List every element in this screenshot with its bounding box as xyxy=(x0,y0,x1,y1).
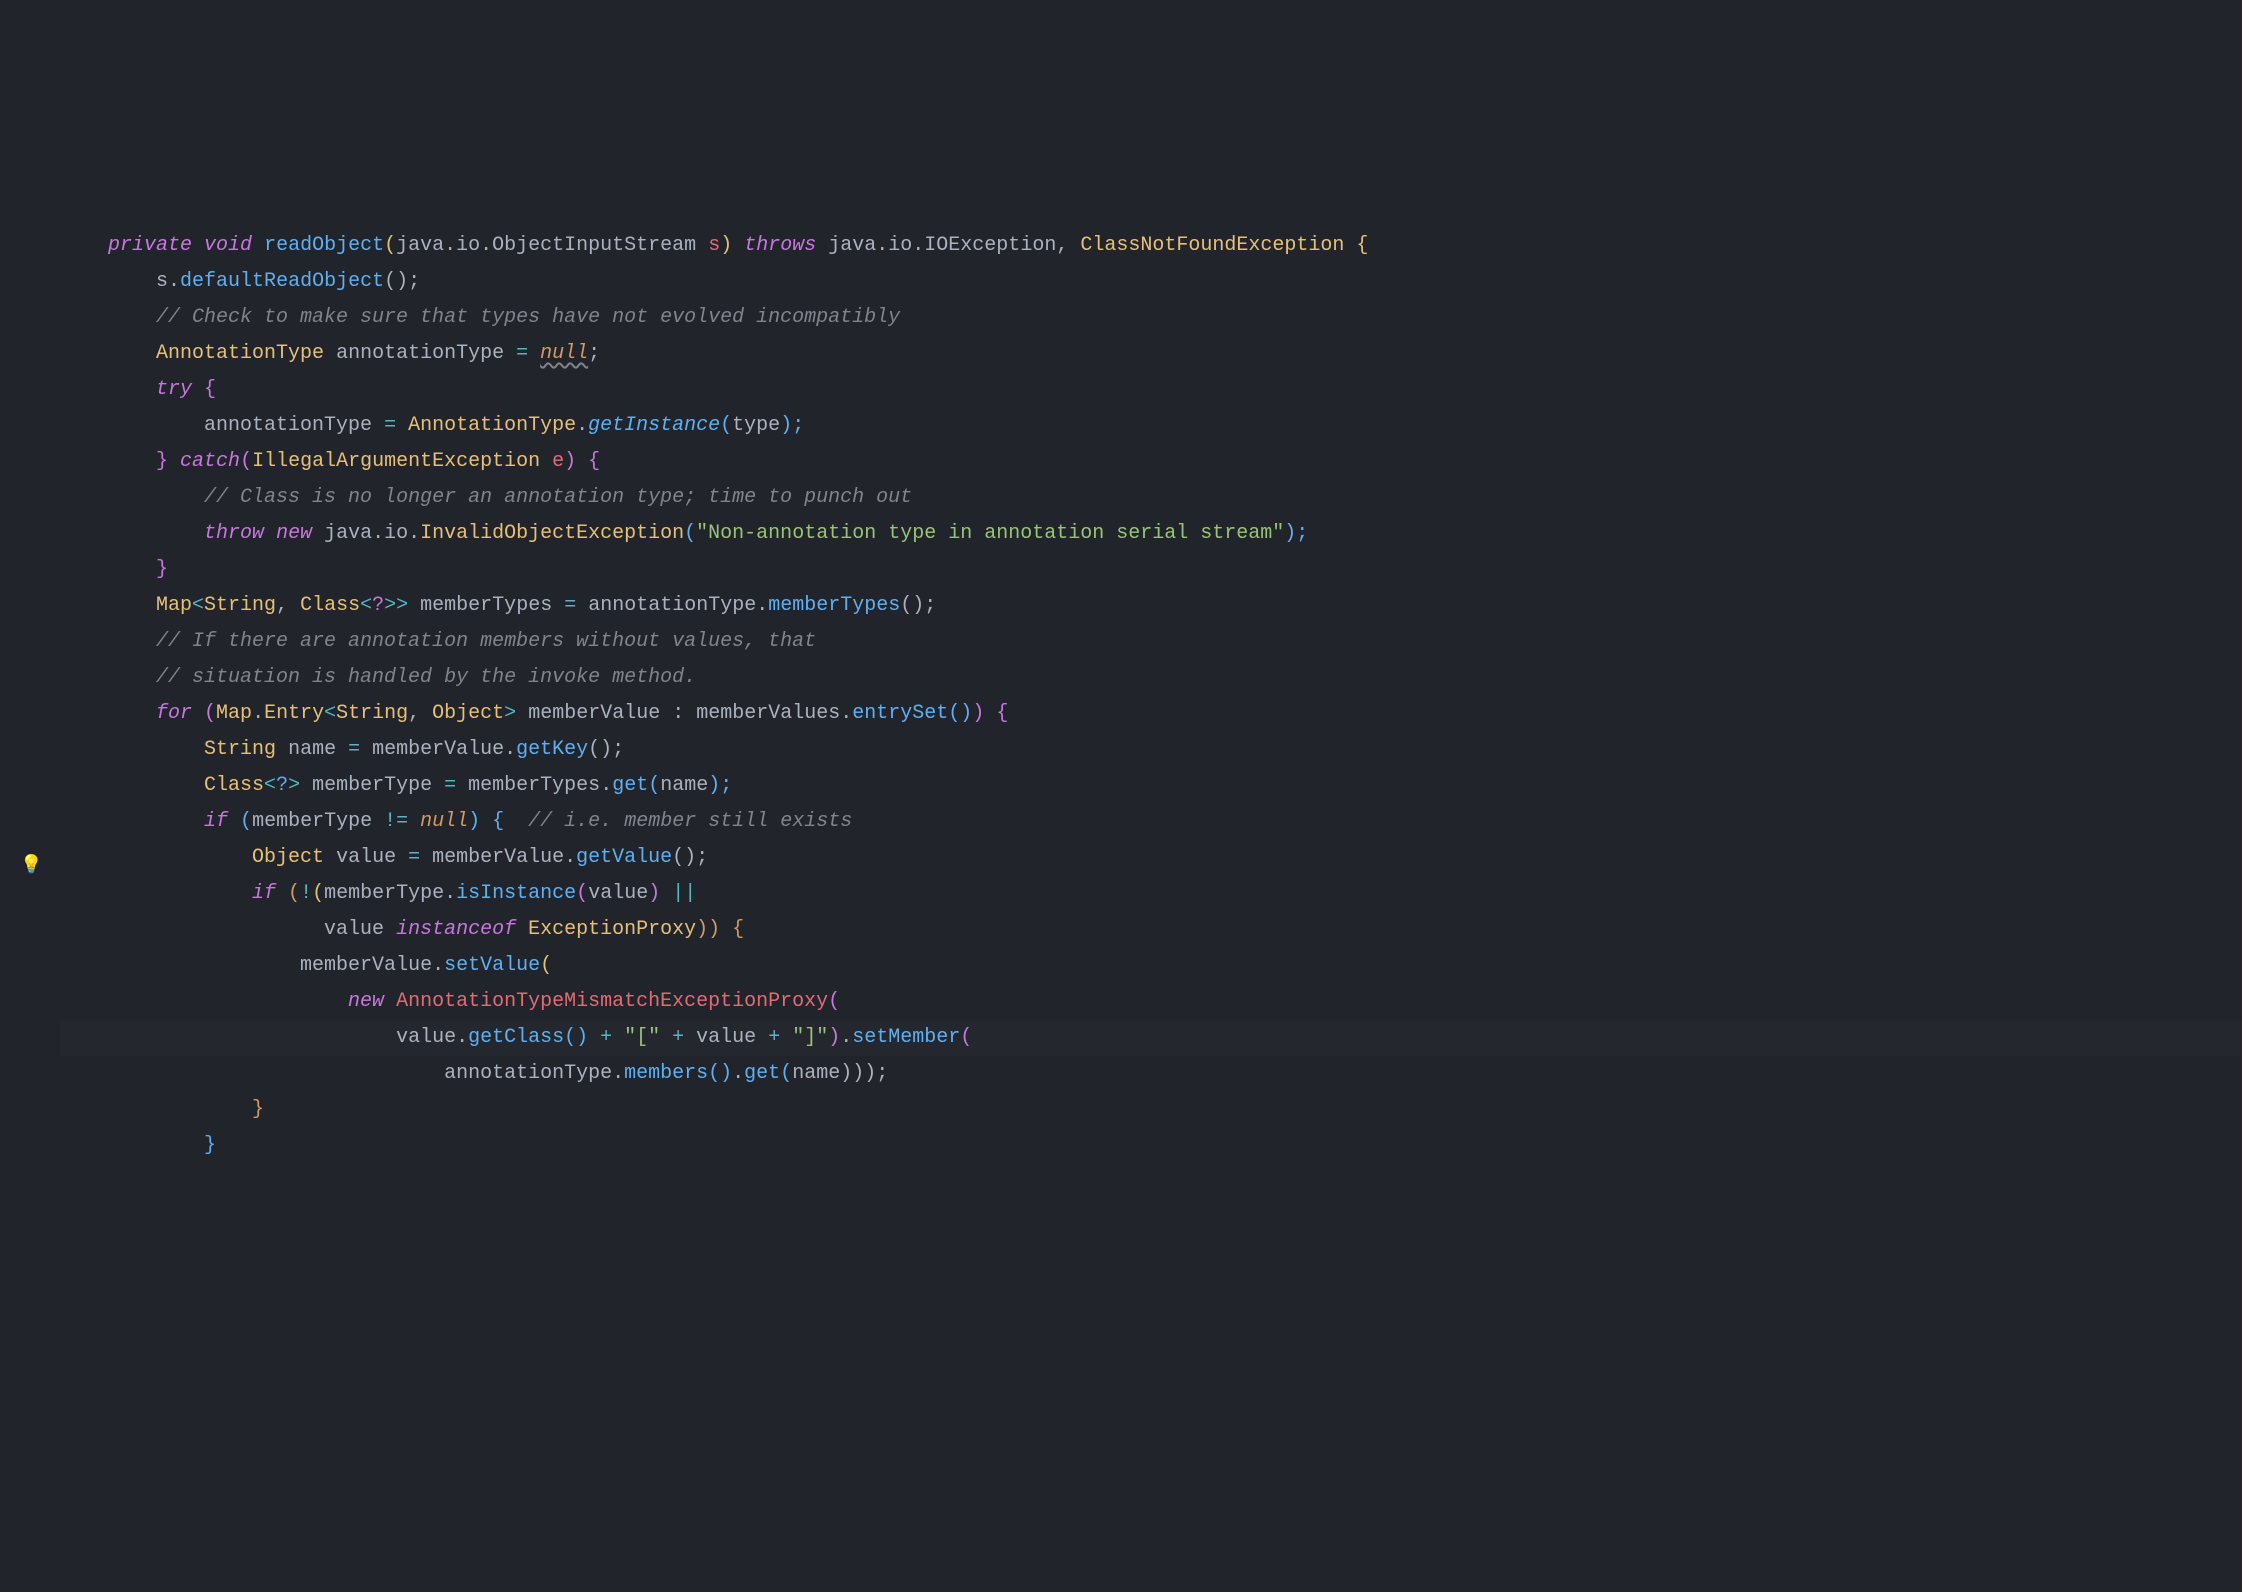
code-line: value instanceof ExceptionProxy)) { xyxy=(60,918,744,941)
code-line: // situation is handled by the invoke me… xyxy=(60,666,696,689)
code-line: annotationType = AnnotationType.getInsta… xyxy=(60,414,804,437)
code-line: } xyxy=(60,558,168,581)
code-line: if (memberType != null) { // i.e. member… xyxy=(60,810,852,833)
code-line: AnnotationType annotationType = null; xyxy=(60,342,600,365)
code-line: new AnnotationTypeMismatchExceptionProxy… xyxy=(60,990,840,1013)
code-line: // If there are annotation members witho… xyxy=(60,630,816,653)
code-line: memberValue.setValue( xyxy=(60,954,552,977)
code-line: } catch(IllegalArgumentException e) { xyxy=(60,450,600,473)
code-line: for (Map.Entry<String, Object> memberVal… xyxy=(60,702,1008,725)
code-line: Object value = memberValue.getValue(); xyxy=(60,846,708,869)
code-line: String name = memberValue.getKey(); xyxy=(60,738,624,761)
code-line: // Class is no longer an annotation type… xyxy=(60,486,912,509)
code-line: Map<String, Class<?>> memberTypes = anno… xyxy=(60,594,936,617)
code-line: try { xyxy=(60,378,216,401)
code-line: // Check to make sure that types have no… xyxy=(60,306,900,329)
code-line: annotationType.members().get(name))); xyxy=(60,1062,888,1085)
code-line: } xyxy=(60,1134,216,1157)
code-line: } xyxy=(60,1098,264,1121)
code-line: value.getClass() + "[" + value + "]").se… xyxy=(60,1020,2242,1056)
editor-gutter: 💡 xyxy=(0,0,50,1592)
code-line: private void readObject(java.io.ObjectIn… xyxy=(60,234,1368,257)
code-line: s.defaultReadObject(); xyxy=(60,270,420,293)
code-editor[interactable]: private void readObject(java.io.ObjectIn… xyxy=(60,228,2242,1164)
intention-bulb-icon[interactable]: 💡 xyxy=(20,848,42,884)
code-line: throw new java.io.InvalidObjectException… xyxy=(60,522,1308,545)
code-line: Class<?> memberType = memberTypes.get(na… xyxy=(60,774,732,797)
code-line: if (!(memberType.isInstance(value) || xyxy=(60,882,696,905)
